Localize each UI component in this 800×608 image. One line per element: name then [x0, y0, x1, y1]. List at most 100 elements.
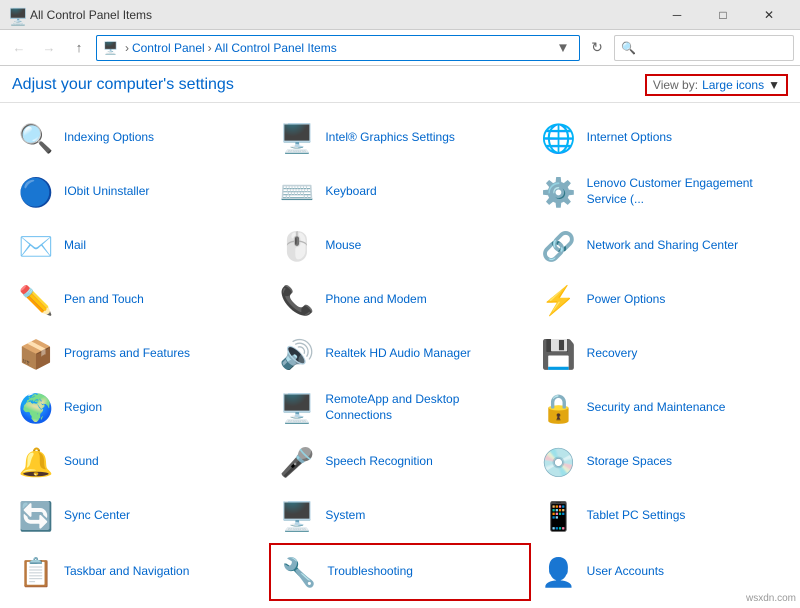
path-control-panel[interactable]: Control Panel — [132, 41, 205, 55]
sound-label: Sound — [64, 454, 99, 470]
list-item[interactable]: ⌨️ Keyboard — [269, 165, 530, 219]
network-sharing-icon: 🔗 — [539, 226, 579, 266]
list-item[interactable]: 🌍 Region — [8, 381, 269, 435]
list-item[interactable]: 💿Storage Spaces — [531, 435, 792, 489]
list-item[interactable]: 🔗Network and Sharing Center — [531, 219, 792, 273]
remoteapp-label: RemoteApp and Desktop Connections — [325, 392, 522, 423]
path-dropdown-button[interactable]: ▼ — [553, 35, 573, 61]
system-icon: 🖥️ — [277, 496, 317, 536]
refresh-button[interactable]: ↻ — [584, 35, 610, 61]
recovery-icon: 💾 — [539, 334, 579, 374]
system-label: System — [325, 508, 365, 524]
speech-recognition-icon: 🎤 — [277, 442, 317, 482]
close-button[interactable]: ✕ — [746, 0, 792, 30]
list-item[interactable]: 🔊 Realtek HD Audio Manager — [269, 327, 530, 381]
pen-touch-icon: ✏️ — [16, 280, 56, 320]
items-container[interactable]: 🔍Indexing Options🖥️Intel® Graphics Setti… — [0, 103, 800, 608]
lenovo-customer-icon: ⚙️ — [539, 172, 579, 212]
minimize-button[interactable]: ─ — [654, 0, 700, 30]
list-item[interactable]: ⚙️Lenovo Customer Engagement Service (..… — [531, 165, 792, 219]
list-item[interactable]: 📁Work Folders — [531, 601, 792, 608]
list-item[interactable]: ⚡ Power Options — [531, 273, 792, 327]
list-item[interactable]: 🖥️ RemoteApp and Desktop Connections — [269, 381, 530, 435]
keyboard-icon: ⌨️ — [277, 172, 317, 212]
tablet-pc-label: Tablet PC Settings — [587, 508, 686, 524]
storage-spaces-label: Storage Spaces — [587, 454, 672, 470]
list-item[interactable]: 🔍Indexing Options — [8, 111, 269, 165]
view-by-control[interactable]: View by: Large icons ▼ — [645, 74, 788, 96]
phone-modem-icon: 📞 — [277, 280, 317, 320]
region-label: Region — [64, 400, 102, 416]
list-item[interactable]: 📱 Tablet PC Settings — [531, 489, 792, 543]
list-item[interactable]: 📦Programs and Features — [8, 327, 269, 381]
list-item[interactable]: ✏️Pen and Touch — [8, 273, 269, 327]
power-options-label: Power Options — [587, 292, 666, 308]
list-item[interactable]: ✉️ Mail — [8, 219, 269, 273]
list-item[interactable]: 🔵IObit Uninstaller — [8, 165, 269, 219]
address-path[interactable]: 🖥️ › Control Panel › All Control Panel I… — [96, 35, 580, 61]
path-icon: 🖥️ — [103, 41, 118, 55]
list-item[interactable]: 🌐 Internet Options — [531, 111, 792, 165]
taskbar-navigation-icon: 📋 — [16, 552, 56, 592]
list-item[interactable]: 💻Windows Mobility Center — [269, 601, 530, 608]
items-grid: 🔍Indexing Options🖥️Intel® Graphics Setti… — [0, 111, 800, 608]
list-item[interactable]: 🖥️ System — [269, 489, 530, 543]
taskbar-navigation-label: Taskbar and Navigation — [64, 564, 189, 580]
up-button[interactable]: ↑ — [66, 35, 92, 61]
path-current: All Control Panel Items — [215, 41, 337, 55]
title-bar-controls: ─ □ ✕ — [654, 0, 792, 30]
back-button[interactable]: ← — [6, 35, 32, 61]
forward-button[interactable]: → — [36, 35, 62, 61]
speech-recognition-label: Speech Recognition — [325, 454, 432, 470]
troubleshooting-icon: 🔧 — [279, 552, 319, 592]
list-item[interactable]: 📞 Phone and Modem — [269, 273, 530, 327]
list-item[interactable]: 🎤 Speech Recognition — [269, 435, 530, 489]
keyboard-label: Keyboard — [325, 184, 376, 200]
list-item[interactable]: 🛡️Windows Defender Firewall — [8, 601, 269, 608]
list-item[interactable]: 🖥️ Intel® Graphics Settings — [269, 111, 530, 165]
user-accounts-icon: 👤 — [539, 552, 579, 592]
title-bar-text: All Control Panel Items — [30, 8, 654, 22]
search-box[interactable]: 🔍 — [614, 35, 794, 61]
intel-graphics-label: Intel® Graphics Settings — [325, 130, 455, 146]
view-by-value: Large icons — [702, 78, 764, 92]
internet-options-label: Internet Options — [587, 130, 672, 146]
list-item[interactable]: 👤 User Accounts — [531, 543, 792, 601]
internet-options-icon: 🌐 — [539, 118, 579, 158]
list-item[interactable]: 📋 Taskbar and Navigation — [8, 543, 269, 601]
chevron-down-icon: ▼ — [768, 78, 780, 92]
sync-center-icon: 🔄 — [16, 496, 56, 536]
list-item[interactable]: 🔒 Security and Maintenance — [531, 381, 792, 435]
indexing-options-label: Indexing Options — [64, 130, 154, 146]
iobit-uninstaller-icon: 🔵 — [16, 172, 56, 212]
mouse-icon: 🖱️ — [277, 226, 317, 266]
user-accounts-label: User Accounts — [587, 564, 664, 580]
realtek-audio-label: Realtek HD Audio Manager — [325, 346, 470, 362]
power-options-icon: ⚡ — [539, 280, 579, 320]
main-content: Adjust your computer's settings View by:… — [0, 66, 800, 608]
region-icon: 🌍 — [16, 388, 56, 428]
list-item[interactable]: 🖱️ Mouse — [269, 219, 530, 273]
mail-icon: ✉️ — [16, 226, 56, 266]
remoteapp-icon: 🖥️ — [277, 388, 317, 428]
content-header: Adjust your computer's settings View by:… — [0, 66, 800, 103]
list-item[interactable]: 💾 Recovery — [531, 327, 792, 381]
page-title: Adjust your computer's settings — [12, 76, 234, 94]
recovery-label: Recovery — [587, 346, 638, 362]
maximize-button[interactable]: □ — [700, 0, 746, 30]
list-item[interactable]: 🔧Troubleshooting — [269, 543, 530, 601]
title-bar: 🖥️ All Control Panel Items ─ □ ✕ — [0, 0, 800, 30]
mail-label: Mail — [64, 238, 86, 254]
view-by-label: View by: — [653, 78, 698, 92]
address-bar: ← → ↑ 🖥️ › Control Panel › All Control P… — [0, 30, 800, 66]
security-maintenance-label: Security and Maintenance — [587, 400, 726, 416]
list-item[interactable]: 🔔Sound — [8, 435, 269, 489]
security-maintenance-icon: 🔒 — [539, 388, 579, 428]
list-item[interactable]: 🔄 Sync Center — [8, 489, 269, 543]
realtek-audio-icon: 🔊 — [277, 334, 317, 374]
tablet-pc-icon: 📱 — [539, 496, 579, 536]
phone-modem-label: Phone and Modem — [325, 292, 426, 308]
intel-graphics-icon: 🖥️ — [277, 118, 317, 158]
sync-center-label: Sync Center — [64, 508, 130, 524]
mouse-label: Mouse — [325, 238, 361, 254]
